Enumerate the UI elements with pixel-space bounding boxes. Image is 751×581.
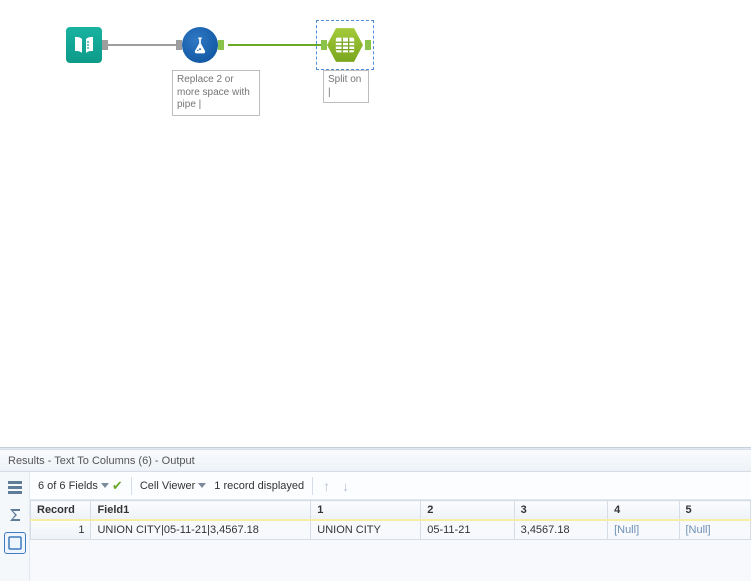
column-header[interactable]: Field1 bbox=[91, 501, 311, 521]
ttc-annotation[interactable]: Split on | bbox=[323, 70, 369, 103]
results-panel: Results - Text To Columns (6) - Output 6… bbox=[0, 450, 751, 581]
workflow-canvas[interactable]: Replace 2 or more space with pipe | Spli… bbox=[0, 0, 751, 447]
formula-tool[interactable] bbox=[182, 27, 218, 63]
text-input-tool[interactable] bbox=[66, 27, 102, 63]
records-displayed-label: 1 record displayed bbox=[214, 480, 304, 492]
fields-label: 6 of 6 Fields bbox=[38, 480, 98, 492]
column-header[interactable]: 1 bbox=[311, 501, 421, 521]
output-port[interactable] bbox=[365, 40, 371, 50]
next-record-button[interactable]: ↓ bbox=[340, 478, 351, 494]
text-to-columns-tool[interactable] bbox=[326, 27, 364, 63]
chevron-down-icon bbox=[198, 483, 206, 488]
prev-record-button[interactable]: ↑ bbox=[321, 478, 332, 494]
column-header[interactable]: 4 bbox=[608, 501, 679, 521]
flask-icon bbox=[190, 35, 210, 55]
connection-2 bbox=[228, 44, 322, 46]
output-port[interactable] bbox=[218, 40, 224, 50]
book-icon bbox=[72, 33, 96, 57]
record-number-cell: 1 bbox=[31, 520, 91, 540]
record-view-button[interactable] bbox=[4, 532, 26, 554]
connection-1 bbox=[106, 44, 176, 46]
data-cell[interactable]: 3,4567.18 bbox=[514, 520, 607, 540]
data-cell[interactable]: [Null] bbox=[679, 520, 751, 540]
column-header[interactable]: Record bbox=[31, 501, 91, 521]
toolbar-separator bbox=[131, 477, 132, 495]
output-port[interactable] bbox=[102, 40, 108, 50]
input-port[interactable] bbox=[176, 40, 182, 50]
formula-annotation[interactable]: Replace 2 or more space with pipe | bbox=[172, 70, 260, 116]
check-icon: ✔ bbox=[112, 479, 123, 492]
column-header[interactable]: 5 bbox=[679, 501, 751, 521]
column-header[interactable]: 2 bbox=[421, 501, 514, 521]
cell-viewer-label: Cell Viewer bbox=[140, 480, 195, 492]
column-header[interactable]: 3 bbox=[514, 501, 607, 521]
data-cell[interactable]: 05-11-21 bbox=[421, 520, 514, 540]
data-cell[interactable]: UNION CITY bbox=[311, 520, 421, 540]
input-port[interactable] bbox=[321, 40, 327, 50]
results-side-toolbar bbox=[0, 472, 30, 581]
chevron-down-icon bbox=[101, 483, 109, 488]
fields-dropdown[interactable]: 6 of 6 Fields ✔ bbox=[38, 479, 123, 492]
results-grid[interactable]: RecordField112345 1UNION CITY|05-11-21|3… bbox=[30, 500, 751, 540]
table-row[interactable]: 1UNION CITY|05-11-21|3,4567.18UNION CITY… bbox=[31, 520, 751, 540]
data-cell[interactable]: [Null] bbox=[608, 520, 679, 540]
columns-icon bbox=[334, 35, 356, 55]
toolbar-separator bbox=[312, 477, 313, 495]
results-title: Results - Text To Columns (6) - Output bbox=[0, 450, 751, 472]
rows-view-button[interactable] bbox=[4, 476, 26, 498]
sigma-view-button[interactable] bbox=[4, 504, 26, 526]
cell-viewer-dropdown[interactable]: Cell Viewer bbox=[140, 480, 206, 492]
results-toolbar: 6 of 6 Fields ✔ Cell Viewer 1 record dis… bbox=[30, 472, 751, 500]
data-cell[interactable]: UNION CITY|05-11-21|3,4567.18 bbox=[91, 520, 311, 540]
